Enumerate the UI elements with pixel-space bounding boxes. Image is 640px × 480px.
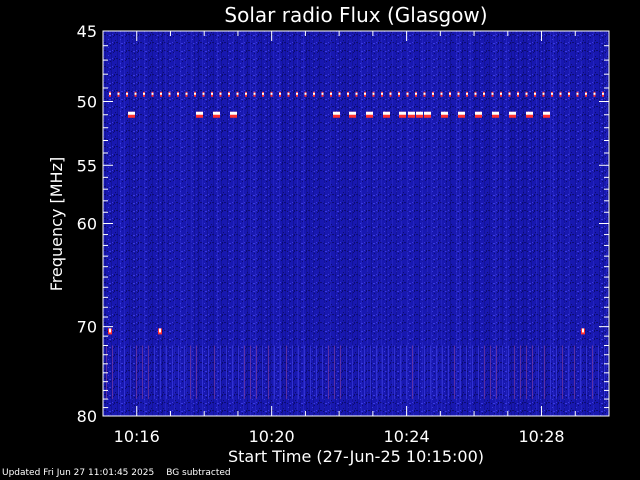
y-tick-label: 60 bbox=[77, 215, 97, 234]
plot-area bbox=[102, 30, 610, 417]
x-tick-label: 10:24 bbox=[384, 427, 430, 446]
y-axis-label: Frequency [MHz] bbox=[47, 157, 66, 291]
footer: Updated Fri Jun 27 11:01:45 2025 BG subtr… bbox=[2, 468, 243, 478]
x-tick-label: 10:28 bbox=[518, 427, 564, 446]
y-tick-label: 70 bbox=[77, 318, 97, 337]
x-tick-label: 10:20 bbox=[249, 427, 295, 446]
y-tick-label: 50 bbox=[77, 93, 97, 112]
y-tick-label: 45 bbox=[77, 22, 97, 41]
x-axis-label: Start Time (27-Jun-25 10:15:00) bbox=[228, 447, 484, 466]
x-tick-label: 10:16 bbox=[114, 427, 160, 446]
bg-subtracted-note: BG subtracted bbox=[166, 468, 231, 478]
y-tick-label: 55 bbox=[77, 156, 97, 175]
updated-timestamp: Updated Fri Jun 27 11:01:45 2025 bbox=[2, 468, 155, 478]
y-tick-label: 80 bbox=[77, 407, 97, 426]
chart-title: Solar radio Flux (Glasgow) bbox=[224, 3, 487, 27]
spectrogram-chart: Solar radio Flux (Glasgow) 455055607080 … bbox=[47, 3, 610, 466]
